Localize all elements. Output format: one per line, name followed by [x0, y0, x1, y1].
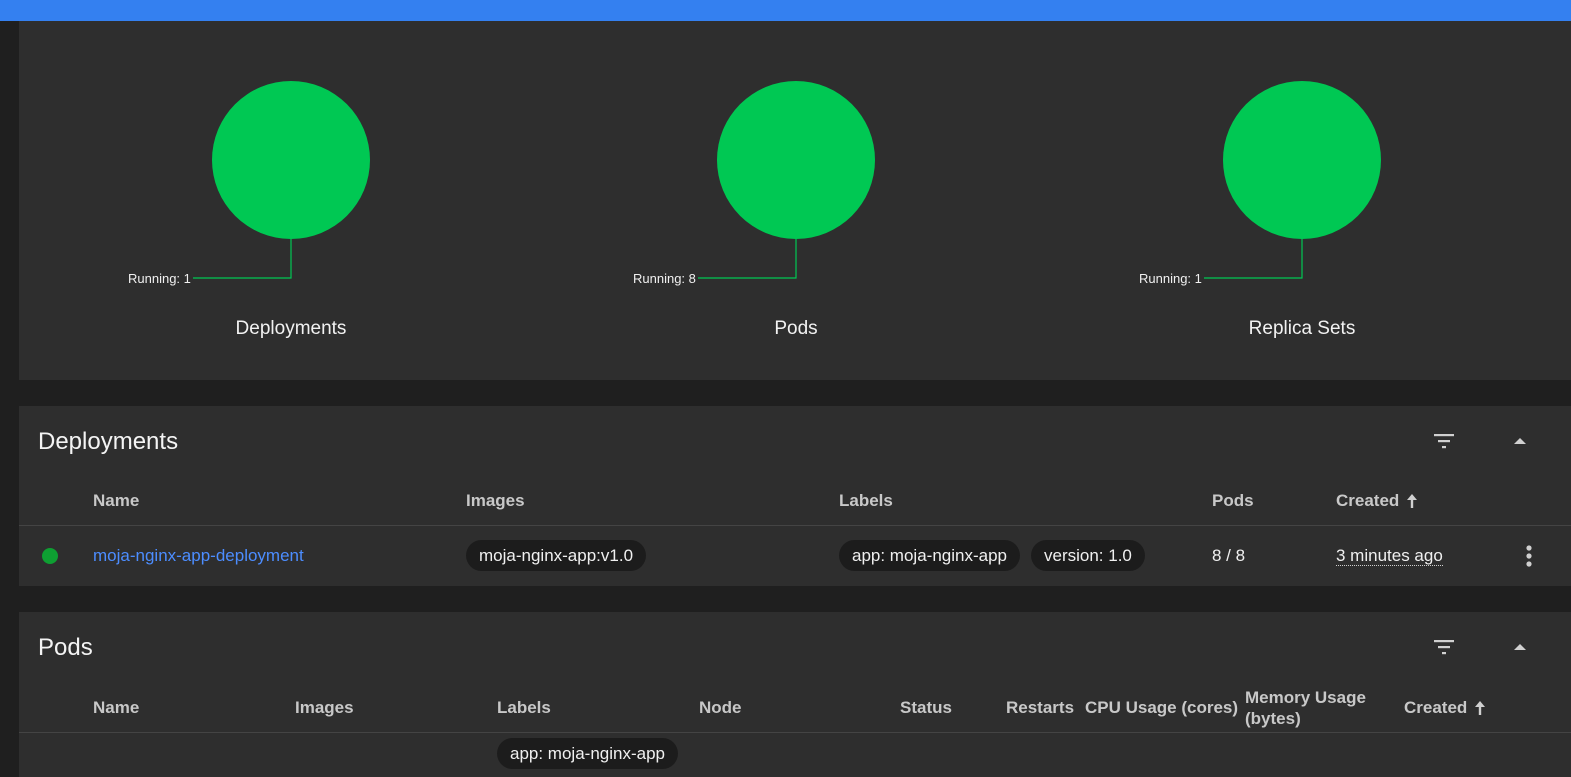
deployments-legend-line — [193, 239, 292, 279]
arrow-up-icon — [1407, 494, 1418, 508]
deployment-created-value: 3 minutes ago — [1336, 546, 1443, 566]
chevron-up-icon — [1514, 644, 1526, 650]
filter-icon — [1434, 434, 1454, 449]
deployments-pie-svg: Running: 1 — [128, 81, 370, 286]
pods-collapse-button[interactable] — [1502, 629, 1538, 665]
deployments-header-images: Images — [466, 491, 525, 510]
deployment-pods-count: 8 / 8 — [1212, 546, 1246, 565]
deployments-chart-title: Deployments — [235, 318, 347, 339]
pods-pie-svg: Running: 8 — [633, 81, 875, 286]
pods-header-created-label: Created — [1404, 698, 1468, 717]
pods-header-labels: Labels — [497, 698, 551, 717]
pods-header-node[interactable]: Node — [699, 698, 742, 718]
more-vert-icon — [1526, 545, 1532, 567]
arrow-up-icon — [1475, 701, 1486, 715]
running-status-icon — [42, 548, 58, 564]
pods-header-created[interactable]: Created — [1404, 698, 1487, 718]
left-gutter — [0, 21, 18, 777]
deployments-header-divider — [19, 525, 1571, 526]
replicasets-status-chart: Running: 1 Replica Sets — [1137, 21, 1467, 380]
pods-card: Pods Name Images Labels Node Status Rest… — [19, 612, 1571, 777]
deployments-legend-label: Running: 1 — [128, 271, 191, 286]
pods-card-title: Pods — [38, 634, 93, 661]
filter-icon — [1434, 640, 1454, 655]
pods-header-memory[interactable]: Memory Usage (bytes) — [1245, 687, 1366, 729]
deployment-name-link[interactable]: moja-nginx-app-deployment — [93, 546, 304, 566]
workload-status-card: Running: 1 Deployments Running: 8 Pods R… — [19, 21, 1571, 380]
deployments-card: Deployments Name Images Labels Pods Crea… — [19, 406, 1571, 586]
replicasets-pie-svg: Running: 1 — [1139, 81, 1381, 286]
deployment-label-chip: version: 1.0 — [1031, 540, 1145, 571]
pods-header-divider — [19, 732, 1571, 733]
pods-legend-line — [698, 239, 797, 279]
replicasets-running-slice — [1223, 81, 1381, 239]
deployments-collapse-button[interactable] — [1502, 423, 1538, 459]
deployments-card-title: Deployments — [38, 428, 179, 455]
deployments-header-pods: Pods — [1212, 491, 1254, 510]
pods-header-memory-line1: Memory Usage — [1245, 688, 1366, 707]
deployments-running-slice — [212, 81, 370, 239]
deployments-status-chart: Running: 1 Deployments — [126, 21, 456, 380]
chevron-up-icon — [1514, 438, 1526, 444]
pods-header-cpu[interactable]: CPU Usage (cores) — [1085, 698, 1238, 718]
deployment-image-chip: moja-nginx-app:v1.0 — [466, 540, 647, 571]
deployments-header-created[interactable]: Created — [1336, 491, 1419, 511]
pods-header-status[interactable]: Status — [900, 698, 952, 718]
deployments-filter-button[interactable] — [1426, 423, 1462, 459]
replicasets-chart-title: Replica Sets — [1248, 318, 1356, 339]
pods-header-memory-line2: (bytes) — [1245, 709, 1301, 728]
top-bar — [0, 0, 1571, 21]
pods-running-slice — [717, 81, 875, 239]
pods-status-chart: Running: 8 Pods — [631, 21, 961, 380]
pod-label-chip: app: moja-nginx-app — [497, 738, 678, 769]
pods-header-restarts[interactable]: Restarts — [1006, 698, 1074, 718]
replicasets-legend-line — [1204, 239, 1303, 279]
pods-legend-label: Running: 8 — [633, 271, 696, 286]
deployments-header-created-label: Created — [1336, 491, 1400, 510]
replicasets-legend-label: Running: 1 — [1139, 271, 1202, 286]
deployments-header-name[interactable]: Name — [93, 491, 139, 511]
deployment-label-chip: app: moja-nginx-app — [839, 540, 1020, 571]
pods-header-images: Images — [295, 698, 354, 717]
pods-header-name[interactable]: Name — [93, 698, 139, 718]
deployments-header-labels: Labels — [839, 491, 893, 510]
pods-filter-button[interactable] — [1426, 629, 1462, 665]
deployment-actions-button[interactable] — [1511, 538, 1547, 574]
deployment-created-time: 3 minutes ago — [1336, 546, 1443, 566]
pods-chart-title: Pods — [774, 318, 818, 339]
